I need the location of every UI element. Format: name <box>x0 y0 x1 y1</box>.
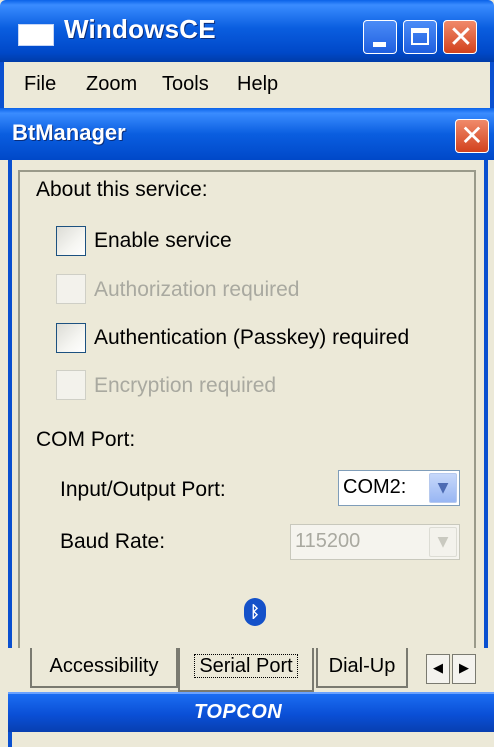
baud-rate-value: 115200 <box>295 530 361 552</box>
dialog-title: BtManager <box>12 120 126 145</box>
menu-help[interactable]: Help <box>237 73 278 96</box>
app-window: WindowsCE ✕ File Zoom Tools Help BtManag… <box>0 0 494 747</box>
close-icon: ✕ <box>448 20 474 55</box>
window-title: WindowsCE <box>64 14 216 44</box>
tab-strip: Accessibility Serial Port Dial-Up ◀ ▶ <box>28 648 494 692</box>
encryption-checkbox <box>56 370 86 400</box>
window-icon <box>18 24 54 46</box>
authentication-label[interactable]: Authentication (Passkey) required <box>94 326 409 350</box>
tab-page <box>18 170 476 648</box>
baud-rate-select: 115200 ▼ <box>290 524 460 560</box>
tab-accessibility[interactable]: Accessibility <box>30 648 178 688</box>
close-button[interactable]: ✕ <box>443 20 477 55</box>
tab-serial-port-label: Serial Port <box>194 654 298 678</box>
baud-rate-label: Baud Rate: <box>60 530 166 553</box>
title-bar[interactable]: WindowsCE ✕ <box>0 0 494 62</box>
tab-dial-up[interactable]: Dial-Up <box>316 648 408 688</box>
brand-footer: TOPCON <box>8 692 494 732</box>
com-port-heading: COM Port: <box>36 428 136 451</box>
authentication-checkbox[interactable] <box>56 323 86 353</box>
io-port-value: COM2: <box>343 476 407 498</box>
close-icon: ✕ <box>460 119 484 152</box>
io-port-select[interactable]: COM2: ▼ <box>338 470 460 506</box>
minimize-icon <box>373 42 386 47</box>
chevron-down-icon: ▼ <box>429 527 457 557</box>
service-heading: About this service: <box>36 178 208 201</box>
tab-scroll-right-button[interactable]: ▶ <box>452 654 476 684</box>
encryption-label: Encryption required <box>94 374 277 397</box>
authorization-checkbox <box>56 274 86 304</box>
bottom-strip <box>8 732 494 747</box>
menu-bar: File Zoom Tools Help <box>0 62 494 108</box>
enable-service-checkbox[interactable] <box>56 226 86 256</box>
tab-serial-port[interactable]: Serial Port <box>178 648 314 692</box>
menu-file[interactable]: File <box>24 73 56 96</box>
tab-scroll-left-button[interactable]: ◀ <box>426 654 450 684</box>
enable-service-label[interactable]: Enable service <box>94 229 232 253</box>
io-port-label: Input/Output Port: <box>60 478 226 501</box>
chevron-down-icon[interactable]: ▼ <box>429 473 457 503</box>
maximize-button[interactable] <box>403 20 437 54</box>
menu-tools[interactable]: Tools <box>162 73 209 96</box>
dialog-title-bar: BtManager ✕ <box>0 108 494 160</box>
menu-zoom[interactable]: Zoom <box>86 73 137 96</box>
topcon-logo: TOPCON <box>194 701 283 723</box>
minimize-button[interactable] <box>363 20 397 54</box>
dialog-close-button[interactable]: ✕ <box>455 119 489 153</box>
maximize-icon <box>411 28 429 45</box>
bluetooth-icon: ᛒ <box>244 598 266 626</box>
authorization-label: Authorization required <box>94 278 300 301</box>
